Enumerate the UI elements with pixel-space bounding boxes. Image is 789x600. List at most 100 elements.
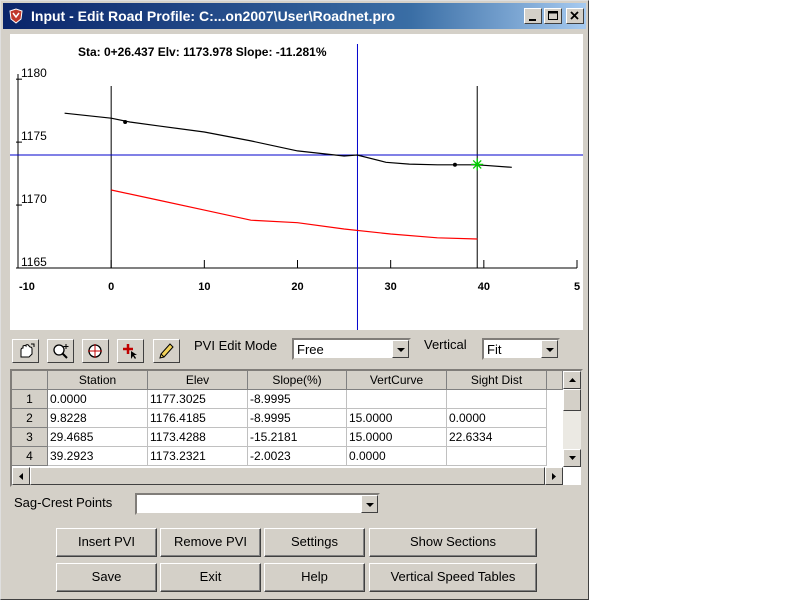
pvi-edit-mode-value: Free bbox=[297, 342, 324, 357]
zoom-extents-button[interactable] bbox=[82, 339, 109, 363]
scroll-up-button[interactable] bbox=[563, 371, 581, 389]
scroll-right-button[interactable] bbox=[545, 467, 563, 485]
table-cell[interactable]: 1173.4288 bbox=[148, 428, 248, 447]
column-header-extra bbox=[547, 371, 563, 390]
table-cell[interactable] bbox=[447, 447, 547, 466]
ground-line bbox=[111, 189, 478, 240]
vertical-select[interactable]: Fit bbox=[482, 338, 560, 360]
pencil-icon bbox=[159, 343, 174, 359]
table-cell[interactable]: 0.0000 bbox=[347, 447, 447, 466]
close-icon bbox=[570, 11, 579, 20]
title-bar[interactable]: Input - Edit Road Profile: C:...on2007\U… bbox=[3, 3, 586, 29]
zoom-in-button[interactable] bbox=[47, 339, 74, 363]
vertical-scrollbar[interactable] bbox=[563, 371, 581, 467]
table-cell[interactable]: -15.2181 bbox=[248, 428, 347, 447]
table-cell[interactable]: 1177.3025 bbox=[148, 390, 248, 409]
x-tick-label: 5 bbox=[574, 281, 580, 293]
row-header[interactable]: 4 bbox=[12, 447, 48, 466]
column-header-sight-dist[interactable]: Sight Dist bbox=[447, 371, 547, 390]
window-title: Input - Edit Road Profile: C:...on2007\U… bbox=[31, 8, 396, 24]
vertical-value: Fit bbox=[487, 342, 502, 357]
minimize-button[interactable] bbox=[524, 8, 542, 24]
scroll-down-button[interactable] bbox=[563, 449, 581, 467]
pencil-button[interactable] bbox=[153, 339, 180, 363]
arrow-left-icon bbox=[19, 473, 23, 480]
table-cell[interactable]: 0.0000 bbox=[48, 390, 148, 409]
table-cell[interactable]: 1176.4185 bbox=[148, 409, 248, 428]
remove-pvi-button[interactable]: Remove PVI bbox=[160, 528, 261, 557]
table-cell[interactable]: 29.4685 bbox=[48, 428, 148, 447]
pan-icon bbox=[20, 343, 35, 358]
profile-plot[interactable]: -10 0 10 20 30 40 5 1165 1170 1175 1180 Sta: 0+26.4… bbox=[10, 34, 583, 330]
pvi-edit-mode-select[interactable]: Free bbox=[292, 338, 411, 360]
table-cell[interactable]: 9.8228 bbox=[48, 409, 148, 428]
table-cell[interactable]: -8.9995 bbox=[248, 409, 347, 428]
row-header[interactable]: 2 bbox=[12, 409, 48, 428]
pvi-edit-mode-dropdown-button[interactable] bbox=[392, 340, 409, 358]
vertex-point bbox=[123, 119, 128, 124]
save-button[interactable]: Save bbox=[56, 563, 157, 592]
plot-toolbar: PVI Edit Mode Free Vertical Fit bbox=[10, 337, 583, 365]
column-header-elev[interactable]: Elev bbox=[148, 371, 248, 390]
table-cell[interactable]: 1173.2321 bbox=[148, 447, 248, 466]
zoom-in-icon bbox=[53, 344, 69, 359]
sag-crest-select[interactable] bbox=[135, 493, 380, 515]
chevron-down-icon bbox=[366, 503, 374, 507]
pvi-table[interactable]: Station Elev Slope(%) VertCurve Sight Di… bbox=[10, 369, 583, 487]
vertex-point bbox=[452, 162, 457, 167]
x-tick-label: 10 bbox=[198, 281, 210, 293]
profile-line bbox=[64, 112, 512, 168]
show-sections-button[interactable]: Show Sections bbox=[369, 528, 537, 557]
column-header-station[interactable]: Station bbox=[48, 371, 148, 390]
minimize-icon bbox=[529, 19, 536, 21]
exit-button[interactable]: Exit bbox=[160, 563, 261, 592]
table-cell[interactable]: -8.9995 bbox=[248, 390, 347, 409]
maximize-button[interactable] bbox=[544, 8, 562, 24]
y-tick-label: 1165 bbox=[21, 255, 47, 269]
x-tick-label: 20 bbox=[291, 281, 303, 293]
column-header-slope[interactable]: Slope(%) bbox=[248, 371, 347, 390]
sag-crest-label: Sag-Crest Points bbox=[14, 495, 113, 510]
vertical-speed-tables-button[interactable]: Vertical Speed Tables bbox=[369, 563, 537, 592]
table-cell[interactable]: 39.2923 bbox=[48, 447, 148, 466]
row-header[interactable]: 3 bbox=[12, 428, 48, 447]
table-cell[interactable]: -2.0023 bbox=[248, 447, 347, 466]
y-tick-label: 1180 bbox=[21, 66, 47, 80]
vertical-label: Vertical bbox=[424, 337, 467, 352]
selected-pvi-marker bbox=[471, 158, 484, 171]
settings-button[interactable]: Settings bbox=[264, 528, 365, 557]
table-cell[interactable] bbox=[447, 390, 547, 409]
profile-chart[interactable]: -10 0 10 20 30 40 5 1165 1170 1175 1180 Sta: 0+26.4… bbox=[10, 34, 583, 330]
close-button[interactable] bbox=[566, 8, 584, 24]
arrow-up-icon bbox=[569, 378, 576, 382]
select-pvi-icon bbox=[123, 344, 137, 359]
sag-crest-dropdown-button[interactable] bbox=[361, 495, 378, 513]
vertical-scroll-thumb[interactable] bbox=[563, 389, 581, 411]
zoom-extents-icon bbox=[88, 344, 102, 358]
status-readout: Sta: 0+26.437 Elv: 1173.978 Slope: -11.2… bbox=[78, 45, 327, 59]
table-cell[interactable]: 22.6334 bbox=[447, 428, 547, 447]
insert-pvi-button[interactable]: Insert PVI bbox=[56, 528, 157, 557]
horizontal-scrollbar[interactable] bbox=[12, 467, 563, 485]
road-profile-window: Input - Edit Road Profile: C:...on2007\U… bbox=[0, 0, 589, 600]
scroll-left-button[interactable] bbox=[12, 467, 30, 485]
pan-button[interactable] bbox=[12, 339, 39, 363]
table-cell[interactable]: 15.0000 bbox=[347, 428, 447, 447]
select-pvi-button[interactable] bbox=[117, 339, 144, 363]
y-tick-label: 1170 bbox=[21, 192, 47, 206]
help-button[interactable]: Help bbox=[264, 563, 365, 592]
table-cell[interactable] bbox=[347, 390, 447, 409]
pvi-edit-mode-label: PVI Edit Mode bbox=[194, 338, 278, 353]
vertical-dropdown-button[interactable] bbox=[541, 340, 558, 358]
x-tick-label: 40 bbox=[478, 281, 490, 293]
row-header[interactable]: 1 bbox=[12, 390, 48, 409]
chevron-down-icon bbox=[546, 348, 554, 352]
x-tick-label: -10 bbox=[19, 281, 35, 293]
table-cell[interactable]: 0.0000 bbox=[447, 409, 547, 428]
table-cell[interactable]: 15.0000 bbox=[347, 409, 447, 428]
x-tick-label: 0 bbox=[108, 281, 114, 293]
x-tick-label: 30 bbox=[385, 281, 397, 293]
arrow-right-icon bbox=[552, 473, 556, 480]
horizontal-scroll-thumb[interactable] bbox=[30, 467, 545, 485]
column-header-vertcurve[interactable]: VertCurve bbox=[347, 371, 447, 390]
